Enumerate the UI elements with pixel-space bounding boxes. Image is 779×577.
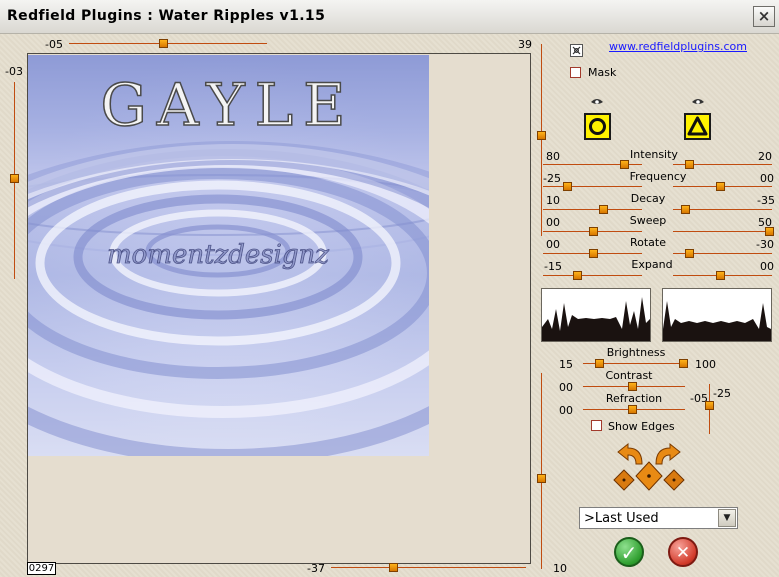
- chevron-down-icon[interactable]: ▼: [718, 509, 736, 527]
- right-upper-slider[interactable]: [537, 131, 546, 140]
- light-button-left[interactable]: [584, 113, 611, 140]
- param-sweep-right-track[interactable]: [673, 231, 772, 232]
- param-intensity-right-slider[interactable]: [685, 160, 694, 169]
- pad-center-icon[interactable]: [635, 461, 663, 491]
- param-sweep-name: Sweep: [629, 214, 667, 227]
- refraction-name: Refraction: [605, 392, 663, 405]
- rotate-right-arrow-icon[interactable]: [655, 442, 681, 465]
- param-expand-right-slider[interactable]: [716, 271, 725, 280]
- preset-selected-value: >Last Used: [584, 511, 659, 526]
- mask-label: Mask: [588, 66, 617, 79]
- top-offset-slider[interactable]: [159, 39, 168, 48]
- right-lower-track[interactable]: [541, 373, 542, 569]
- bottom-offset-slider[interactable]: [389, 563, 398, 572]
- wave-profile-curve: [663, 301, 771, 341]
- param-frequency-left-track[interactable]: [543, 186, 642, 187]
- brightness-slider-left[interactable]: [595, 359, 604, 368]
- param-decay-name: Decay: [630, 192, 666, 205]
- reset-toggle[interactable]: [570, 44, 583, 57]
- bottom-right-label: 10: [553, 562, 567, 575]
- contrast-slider[interactable]: [628, 382, 637, 391]
- preview-watermark-text: momentzdesignz: [107, 240, 329, 270]
- param-expand-left-value: -15: [544, 260, 562, 273]
- brightness-slider-right[interactable]: [679, 359, 688, 368]
- pad-right-icon[interactable]: [663, 469, 685, 491]
- contrast-left-value: 00: [559, 381, 573, 394]
- bottom-offset-label: -37: [307, 562, 325, 575]
- close-icon: ×: [757, 7, 771, 25]
- preview-image[interactable]: GAYLE momentzdesignz: [28, 55, 429, 456]
- refraction-slider[interactable]: [628, 405, 637, 414]
- vertical-slider[interactable]: [705, 401, 714, 410]
- param-frequency-right-slider[interactable]: [716, 182, 725, 191]
- crosshair-icon: [572, 46, 581, 55]
- show-edges-label: Show Edges: [608, 420, 675, 433]
- param-decay-right-value: -35: [757, 194, 775, 207]
- brightness-left-value: 15: [559, 358, 573, 371]
- eye-icon: [692, 99, 704, 104]
- param-rotate-left-value: 00: [546, 238, 560, 251]
- param-decay-left-track[interactable]: [543, 209, 642, 210]
- param-sweep-left-value: 00: [546, 216, 560, 229]
- param-frequency-right-value: 00: [760, 172, 774, 185]
- param-frequency-left-value: -25: [543, 172, 561, 185]
- param-intensity-left-value: 80: [546, 150, 560, 163]
- ripple-graphic: GAYLE momentzdesignz: [28, 55, 429, 456]
- checkmark-icon: ✓: [620, 541, 638, 565]
- param-rotate-right-slider[interactable]: [685, 249, 694, 258]
- param-sweep-left-slider[interactable]: [589, 227, 598, 236]
- top-offset-label: -05: [45, 38, 63, 51]
- eye-icon: [591, 99, 603, 104]
- zoom-readout: 0297: [27, 562, 56, 575]
- bottom-offset-track[interactable]: [331, 567, 526, 568]
- preview-title-text: GAYLE: [100, 71, 355, 139]
- rotate-left-arrow-icon[interactable]: [617, 442, 643, 465]
- top-right-label: 39: [518, 38, 532, 51]
- brightness-name: Brightness: [606, 346, 666, 359]
- x-icon: ✕: [675, 543, 691, 563]
- param-expand-right-value: 00: [760, 260, 774, 273]
- contrast-name: Contrast: [605, 369, 653, 382]
- ok-button[interactable]: ✓: [614, 537, 644, 567]
- param-intensity-left-slider[interactable]: [620, 160, 629, 169]
- triangle-icon: [687, 116, 708, 136]
- top-offset-track[interactable]: [69, 43, 267, 44]
- window-title: Redfield Plugins : Water Ripples v1.15: [7, 8, 326, 24]
- wave-profile-curve: [542, 297, 650, 341]
- left-offset-label: -03: [5, 65, 23, 78]
- param-rotate-name: Rotate: [629, 236, 666, 249]
- preset-dropdown[interactable]: >Last Used ▼: [579, 507, 738, 529]
- direction-pad: [613, 442, 685, 491]
- param-intensity-right-value: 20: [758, 150, 772, 163]
- refraction-left-value: 00: [559, 404, 573, 417]
- wave-profile-graph-right[interactable]: [662, 288, 772, 342]
- light-button-right[interactable]: [684, 113, 711, 140]
- title-bar: Redfield Plugins : Water Ripples v1.15 ×: [0, 0, 779, 34]
- right-lower-slider[interactable]: [537, 474, 546, 483]
- show-edges-checkbox[interactable]: [591, 420, 602, 431]
- cancel-button[interactable]: ✕: [668, 537, 698, 567]
- param-decay-left-slider[interactable]: [599, 205, 608, 214]
- param-expand-left-slider[interactable]: [573, 271, 582, 280]
- website-link[interactable]: www.redfieldplugins.com: [609, 40, 747, 53]
- brightness-right-value: 100: [695, 358, 716, 371]
- vertical-right-value: -25: [713, 387, 731, 400]
- pad-left-icon[interactable]: [613, 469, 635, 491]
- ring-icon: [589, 118, 606, 135]
- param-decay-left-value: 10: [546, 194, 560, 207]
- param-expand-left-track[interactable]: [543, 275, 642, 276]
- param-rotate-right-value: -30: [756, 238, 774, 251]
- left-offset-slider[interactable]: [10, 174, 19, 183]
- param-decay-right-slider[interactable]: [681, 205, 690, 214]
- mask-checkbox[interactable]: [570, 67, 581, 78]
- param-frequency-name: Frequency: [629, 170, 687, 183]
- right-upper-track[interactable]: [541, 44, 542, 236]
- param-frequency-left-slider[interactable]: [563, 182, 572, 191]
- wave-profile-graph-left[interactable]: [541, 288, 651, 342]
- close-button[interactable]: ×: [753, 6, 775, 27]
- param-expand-name: Expand: [631, 258, 673, 271]
- param-rotate-left-slider[interactable]: [589, 249, 598, 258]
- param-sweep-right-slider[interactable]: [765, 227, 774, 236]
